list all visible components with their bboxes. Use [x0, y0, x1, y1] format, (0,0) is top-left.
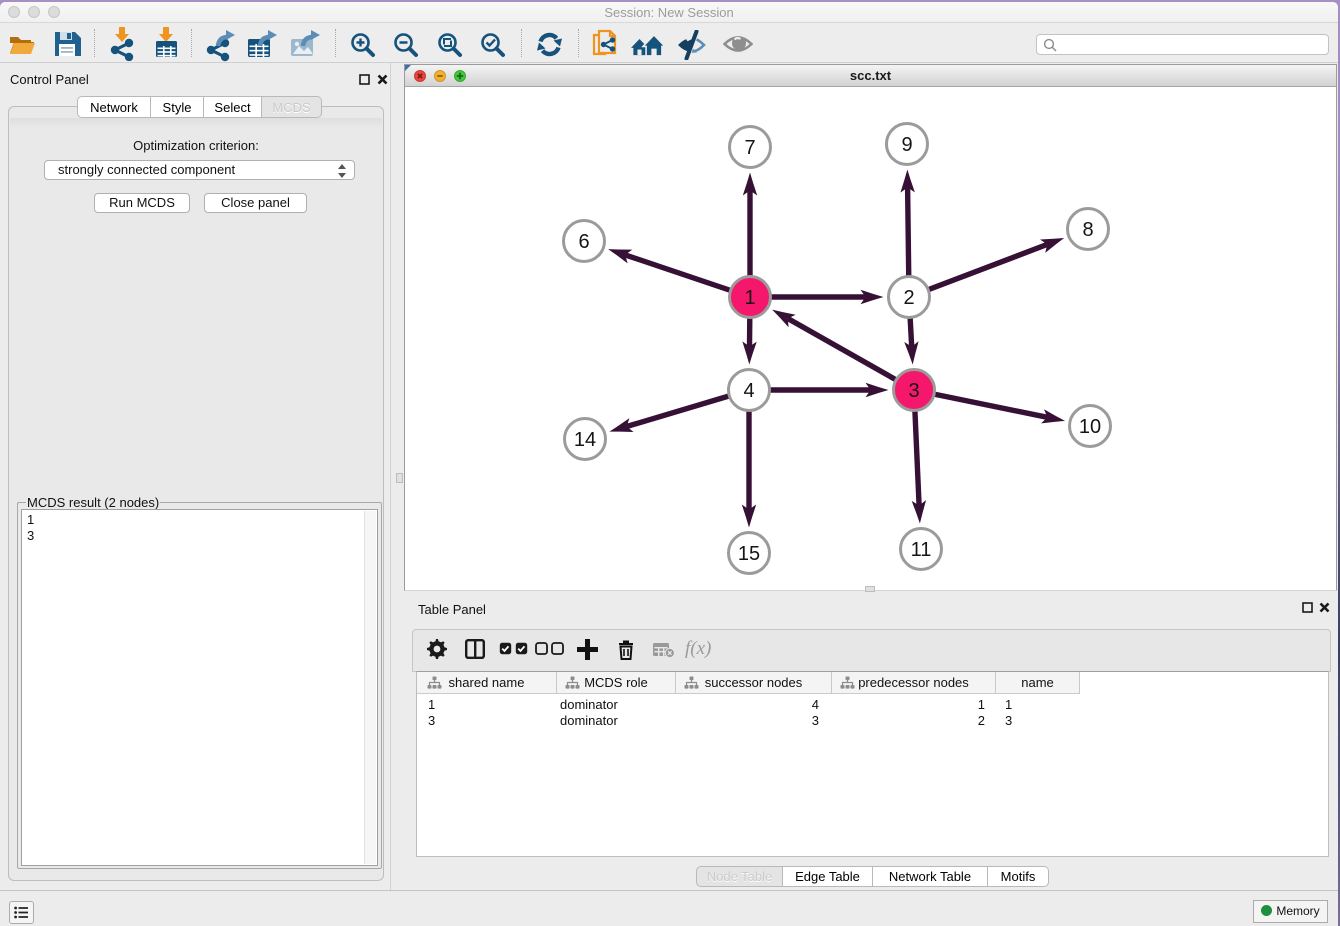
svg-text:7: 7	[744, 137, 755, 159]
svg-text:14: 14	[574, 429, 596, 451]
svg-text:15: 15	[738, 543, 760, 565]
svg-text:9: 9	[901, 134, 912, 156]
svg-text:f(x): f(x)	[685, 638, 711, 659]
svg-text:6: 6	[578, 231, 589, 253]
svg-text:8: 8	[1082, 219, 1093, 241]
svg-text:3: 3	[908, 380, 919, 402]
svg-text:10: 10	[1079, 416, 1101, 438]
svg-text:2: 2	[903, 287, 914, 309]
svg-text:1: 1	[744, 287, 755, 309]
svg-text:4: 4	[743, 380, 754, 402]
svg-text:11: 11	[911, 539, 932, 561]
